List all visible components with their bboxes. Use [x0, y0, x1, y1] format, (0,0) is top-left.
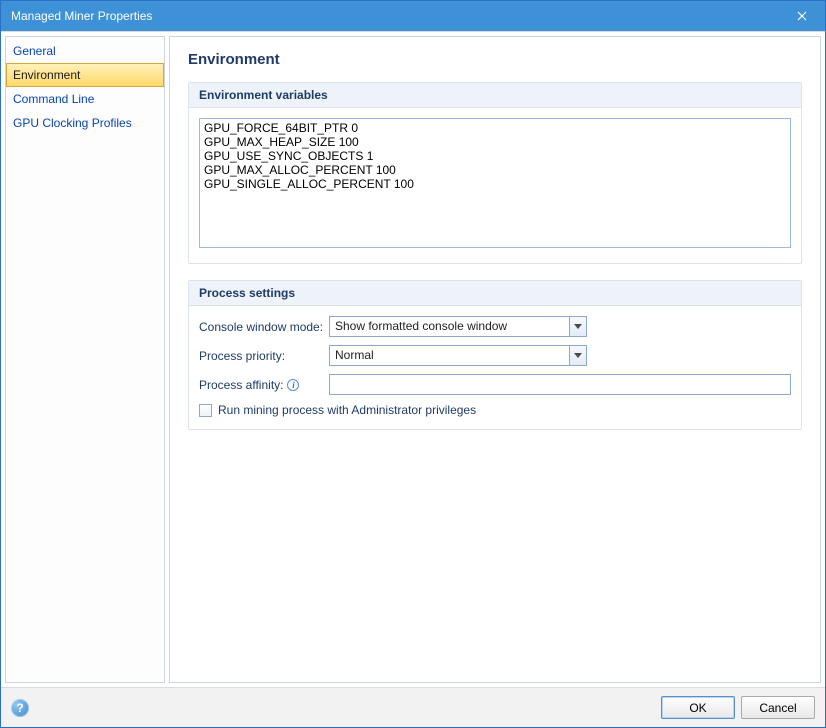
window-title: Managed Miner Properties: [11, 9, 152, 23]
footer-buttons: OK Cancel: [661, 696, 815, 719]
close-icon: [797, 11, 807, 21]
dialog-window: Managed Miner Properties General Environ…: [0, 0, 826, 728]
footer: ? OK Cancel: [1, 687, 825, 727]
priority-value: Normal: [329, 345, 569, 366]
environment-variables-header: Environment variables: [189, 83, 801, 108]
priority-control: Normal: [329, 345, 587, 366]
process-settings-body: Console window mode: Show formatted cons…: [189, 306, 801, 429]
affinity-label: Process affinity: i: [199, 378, 329, 392]
sidebar-item-environment[interactable]: Environment: [6, 63, 164, 87]
info-icon[interactable]: i: [287, 379, 299, 391]
sidebar-item-gpu-clocking-profiles[interactable]: GPU Clocking Profiles: [6, 111, 164, 135]
admin-checkbox-label: Run mining process with Administrator pr…: [218, 403, 476, 417]
environment-variables-textarea[interactable]: [199, 118, 791, 248]
affinity-row: Process affinity: i: [199, 374, 791, 395]
admin-checkbox[interactable]: [199, 404, 212, 417]
console-mode-label: Console window mode:: [199, 320, 329, 334]
sidebar-item-general[interactable]: General: [6, 39, 164, 63]
environment-variables-body: [189, 108, 801, 263]
titlebar: Managed Miner Properties: [1, 1, 825, 31]
content-panel: Environment Environment variables Proces…: [169, 36, 821, 683]
help-icon: ?: [16, 701, 23, 715]
affinity-control: [329, 374, 791, 395]
close-button[interactable]: [779, 1, 825, 31]
priority-dropdown-button[interactable]: [569, 345, 587, 366]
dialog-body: General Environment Command Line GPU Clo…: [1, 31, 825, 727]
priority-label: Process priority:: [199, 349, 329, 363]
cancel-button[interactable]: Cancel: [741, 696, 815, 719]
console-mode-value: Show formatted console window: [329, 316, 569, 337]
help-button[interactable]: ?: [11, 699, 29, 717]
affinity-input[interactable]: [329, 374, 791, 395]
chevron-down-icon: [574, 353, 582, 359]
sidebar-item-command-line[interactable]: Command Line: [6, 87, 164, 111]
console-mode-select[interactable]: Show formatted console window: [329, 316, 587, 337]
process-settings-group: Process settings Console window mode: Sh…: [188, 280, 802, 430]
affinity-label-text: Process affinity:: [199, 378, 283, 392]
priority-row: Process priority: Normal: [199, 345, 791, 366]
environment-variables-group: Environment variables: [188, 82, 802, 264]
admin-checkbox-row: Run mining process with Administrator pr…: [199, 403, 791, 417]
page-title: Environment: [188, 51, 802, 68]
console-mode-control: Show formatted console window: [329, 316, 587, 337]
console-mode-row: Console window mode: Show formatted cons…: [199, 316, 791, 337]
ok-button[interactable]: OK: [661, 696, 735, 719]
chevron-down-icon: [574, 324, 582, 330]
main-area: General Environment Command Line GPU Clo…: [1, 32, 825, 687]
console-mode-dropdown-button[interactable]: [569, 316, 587, 337]
sidebar: General Environment Command Line GPU Clo…: [5, 36, 165, 683]
process-settings-header: Process settings: [189, 281, 801, 306]
priority-select[interactable]: Normal: [329, 345, 587, 366]
